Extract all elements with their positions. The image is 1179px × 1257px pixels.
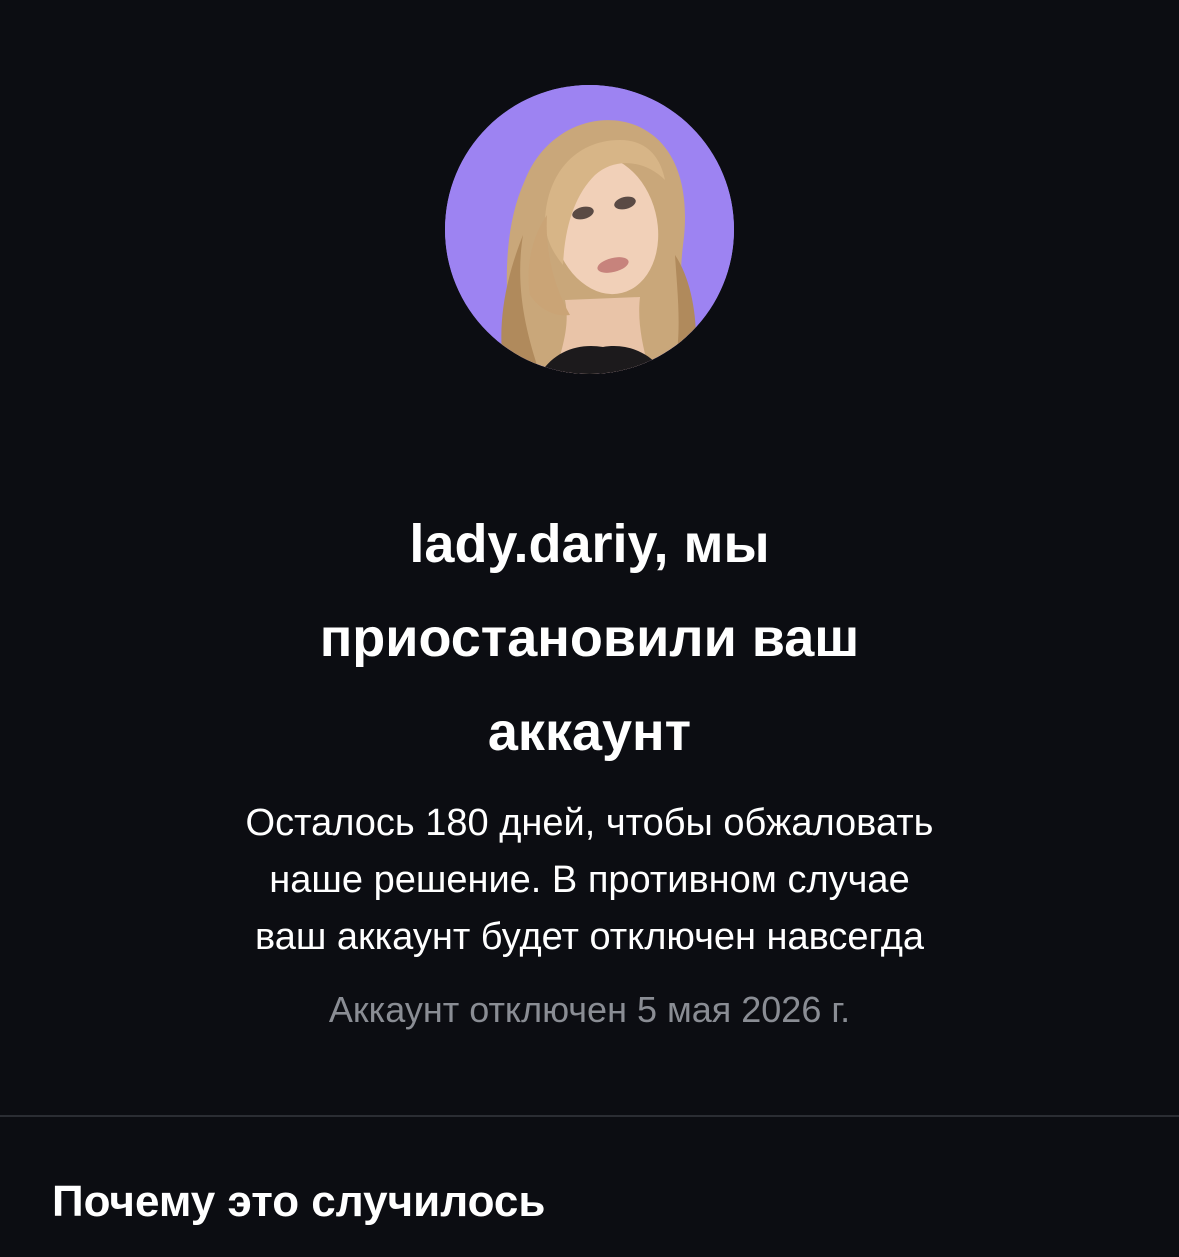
profile-photo (445, 85, 734, 374)
headline-line: lady.dariy, мы (409, 514, 770, 574)
avatar (445, 85, 734, 374)
suspended-account-screen: lady.dariy, мы приостановили ваш аккаунт… (0, 0, 1179, 1257)
appeal-description: Осталось 180 дней, чтобы обжаловать наше… (90, 795, 1089, 966)
description-line: ваш аккаунт будет отключен навсегда (254, 916, 925, 958)
suspension-headline: lady.dariy, мы приостановили ваш аккаунт (90, 497, 1089, 779)
why-section-title[interactable]: Почему это случилось (52, 1172, 545, 1232)
section-divider (0, 1115, 1179, 1117)
headline-line: аккаунт (487, 702, 692, 762)
description-line: наше решение. В противном случае (269, 859, 910, 901)
disabled-date-text: Аккаунт отключен 5 мая 2026 г. (328, 989, 851, 1030)
description-line: Осталось 180 дней, чтобы обжаловать (245, 802, 934, 844)
headline-line: приостановили ваш (319, 608, 860, 668)
